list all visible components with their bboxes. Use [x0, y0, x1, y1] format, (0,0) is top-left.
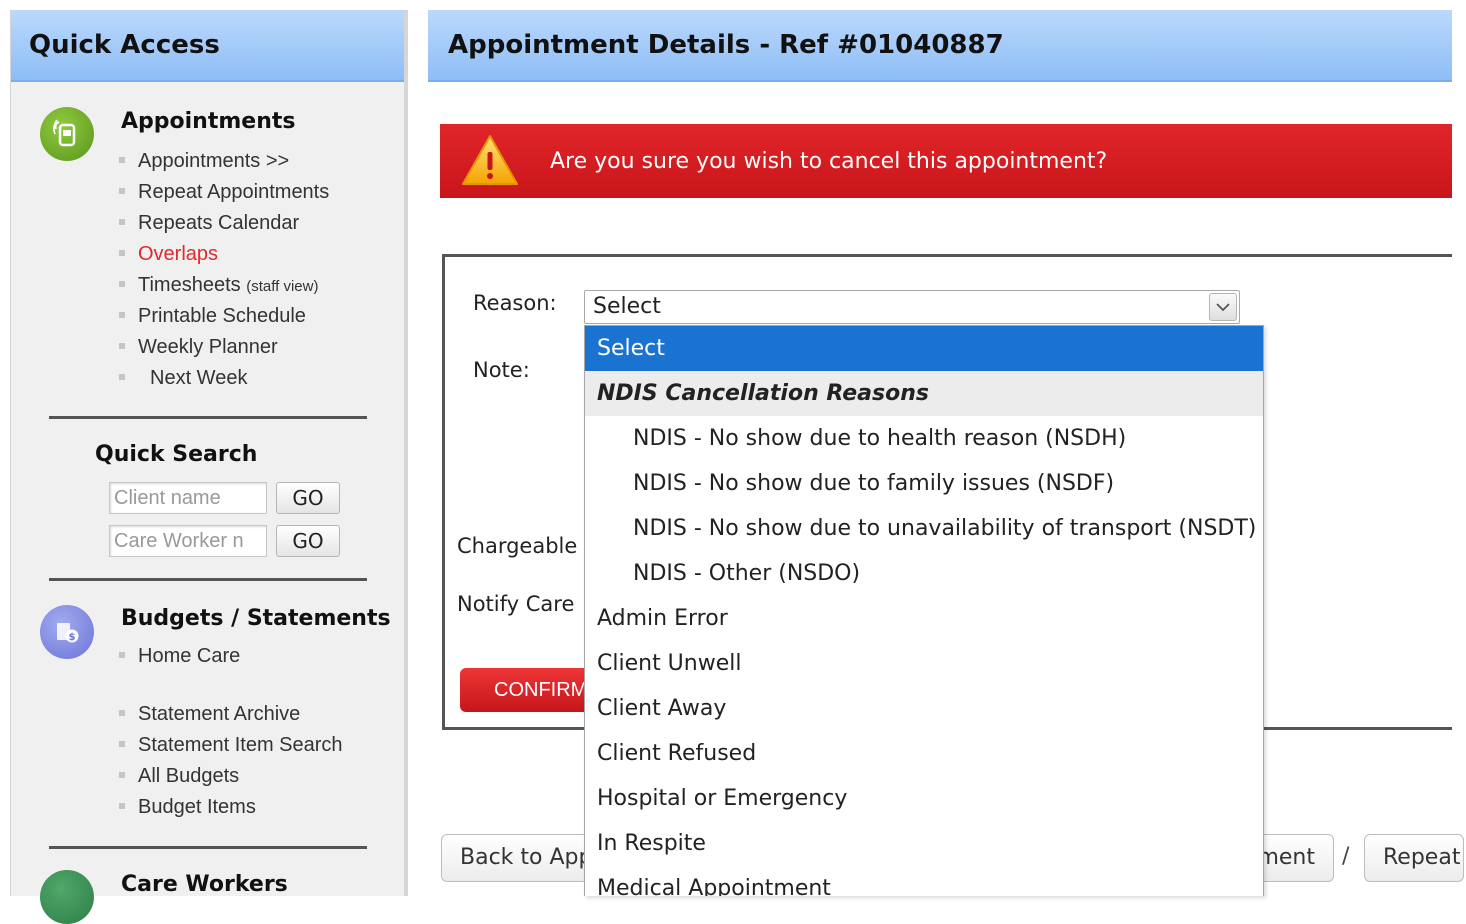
sidebar-divider: [49, 416, 367, 419]
nav-appointments[interactable]: Appointments >>: [119, 146, 329, 177]
dropdown-option[interactable]: Client Away: [585, 686, 1263, 731]
dropdown-option[interactable]: NDIS - Other (NSDO): [585, 551, 1263, 596]
nav-repeats-calendar[interactable]: Repeats Calendar: [119, 208, 329, 239]
cancel-alert-banner: Are you sure you wish to cancel this app…: [440, 124, 1452, 198]
dropdown-option[interactable]: NDIS - No show due to family issues (NSD…: [585, 461, 1263, 506]
appointment-phone-icon: [40, 107, 94, 161]
dropdown-option[interactable]: NDIS - No show due to unavailability of …: [585, 506, 1263, 551]
nav-statement-archive[interactable]: Statement Archive: [119, 699, 343, 730]
reason-select[interactable]: Select: [584, 290, 1240, 324]
quick-access-sidebar: Quick Access Appointments Appointments >…: [10, 10, 408, 924]
nav-all-budgets[interactable]: All Budgets: [119, 761, 343, 792]
warning-icon: [462, 135, 518, 185]
nav-repeat-appointments[interactable]: Repeat Appointments: [119, 177, 329, 208]
care-worker-go-button[interactable]: GO: [276, 525, 340, 557]
nav-statement-item-search[interactable]: Statement Item Search: [119, 730, 343, 761]
note-label: Note:: [473, 358, 530, 382]
quick-search-title: Quick Search: [95, 442, 258, 467]
dropdown-option[interactable]: NDIS - No show due to health reason (NSD…: [585, 416, 1263, 461]
nav-timesheets[interactable]: Timesheets (staff view): [119, 270, 329, 301]
budgets-section-title: Budgets / Statements: [121, 606, 391, 631]
sidebar-divider: [49, 846, 367, 849]
dropdown-option[interactable]: Medical Appointment: [585, 866, 1263, 896]
dropdown-option[interactable]: Client Unwell: [585, 641, 1263, 686]
notify-care-label: Notify Care: [457, 592, 575, 616]
sidebar-header: Quick Access: [11, 10, 404, 82]
chargeable-label: Chargeable: [457, 534, 578, 558]
chevron-down-icon[interactable]: [1209, 293, 1237, 321]
svg-text:$: $: [69, 632, 76, 643]
timesheets-suffix: (staff view): [246, 278, 319, 295]
dropdown-option[interactable]: In Respite: [585, 821, 1263, 866]
page-title: Appointment Details - Ref #01040887: [448, 30, 1004, 60]
nav-overlaps[interactable]: Overlaps: [119, 239, 329, 270]
nav-weekly-planner[interactable]: Weekly Planner: [119, 332, 329, 363]
care-worker-input[interactable]: Care Worker n: [109, 525, 267, 557]
sidebar-title: Quick Access: [29, 30, 220, 60]
reason-select-value: Select: [593, 294, 661, 319]
dropdown-option-select[interactable]: Select: [585, 326, 1263, 371]
nav-home-care[interactable]: Home Care: [119, 641, 240, 672]
reason-label: Reason:: [473, 291, 557, 315]
back-to-appointment-button[interactable]: Back to Appointment: [441, 834, 591, 882]
reason-dropdown-list: Select NDIS Cancellation Reasons NDIS - …: [584, 325, 1264, 896]
nav-printable-schedule[interactable]: Printable Schedule: [119, 301, 329, 332]
dropdown-option[interactable]: Admin Error: [585, 596, 1263, 641]
budgets-nav: Home Care: [119, 641, 240, 672]
care-workers-section-title: Care Workers: [121, 872, 288, 897]
client-go-button[interactable]: GO: [276, 482, 340, 514]
repeat-button[interactable]: Repeat: [1364, 834, 1464, 882]
sidebar-divider: [49, 578, 367, 581]
button-separator: /: [1342, 844, 1350, 869]
dropdown-group-ndis: NDIS Cancellation Reasons: [585, 371, 1263, 416]
dropdown-option[interactable]: Hospital or Emergency: [585, 776, 1263, 821]
dropdown-option[interactable]: Client Refused: [585, 731, 1263, 776]
budget-money-icon: $: [40, 605, 94, 659]
nav-budget-items[interactable]: Budget Items: [119, 792, 343, 823]
alert-message: Are you sure you wish to cancel this app…: [550, 148, 1108, 174]
nav-next-week[interactable]: Next Week: [119, 363, 329, 394]
appointments-section-title: Appointments: [121, 109, 296, 134]
client-name-input[interactable]: Client name: [109, 482, 267, 514]
main-header: Appointment Details - Ref #01040887: [428, 10, 1452, 82]
appointments-nav: Appointments >> Repeat Appointments Repe…: [119, 146, 329, 394]
care-worker-icon: [40, 870, 94, 924]
budgets-nav-more: Statement Archive Statement Item Search …: [119, 699, 343, 823]
